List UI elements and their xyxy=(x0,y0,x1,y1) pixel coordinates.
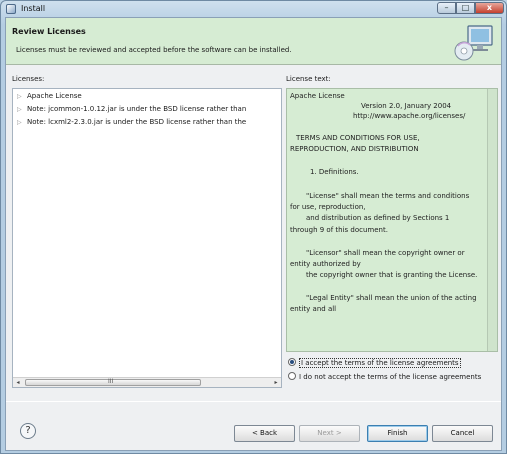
license-line: "License" shall mean the terms and condi… xyxy=(306,192,470,200)
tree-item-label: Apache License xyxy=(27,92,82,100)
help-button[interactable]: ? xyxy=(20,423,36,439)
install-app-icon xyxy=(6,4,16,14)
tree-item-lcxml-note[interactable]: ▷ Note: lcxml2-2.3.0.jar is under the BSD… xyxy=(17,118,281,126)
license-line: through 9 of this document. xyxy=(290,226,388,234)
tree-item-label: Note: lcxml2-2.3.0.jar is under the BSD … xyxy=(27,118,247,126)
decline-radio-button[interactable] xyxy=(288,372,296,380)
accept-radio-label: I accept the terms of the license agreem… xyxy=(299,358,461,368)
license-line: and distribution as defined by Sections … xyxy=(306,214,450,222)
back-button[interactable]: < Back xyxy=(234,425,295,442)
expand-arrow-icon[interactable]: ▷ xyxy=(17,106,27,113)
wizard-banner: Review Licenses Licenses must be reviewe… xyxy=(6,18,501,65)
license-line: for use, reproduction, xyxy=(290,203,366,211)
accept-radio-button[interactable] xyxy=(288,358,296,366)
finish-button[interactable]: Finish xyxy=(367,425,428,442)
page-title: Review Licenses xyxy=(12,27,86,36)
license-line: entity authorized by xyxy=(290,260,361,268)
license-line: TERMS AND CONDITIONS FOR USE, xyxy=(296,134,420,142)
scroll-left-icon[interactable]: ◂ xyxy=(13,378,23,387)
window-title: Install xyxy=(21,4,46,13)
accept-radio-option[interactable]: I accept the terms of the license agreem… xyxy=(288,358,461,368)
expand-arrow-icon[interactable]: ▷ xyxy=(17,93,27,100)
dialog-body: Review Licenses Licenses must be reviewe… xyxy=(5,17,502,451)
scrollbar-thumb[interactable]: III xyxy=(25,378,201,386)
decline-radio-label: I do not accept the terms of the license… xyxy=(299,373,482,381)
license-line: Version 2.0, January 2004 xyxy=(361,102,452,110)
close-button[interactable]: x xyxy=(475,2,504,14)
license-line: 1. Definitions. xyxy=(310,168,359,176)
license-line: "Licensor" shall mean the copyright owne… xyxy=(306,249,465,257)
license-line: Apache License xyxy=(290,92,345,100)
page-description: Licenses must be reviewed and accepted b… xyxy=(16,46,292,54)
next-button[interactable]: Next > xyxy=(299,425,360,442)
maximize-button[interactable]: □ xyxy=(456,2,475,14)
license-text-area[interactable]: Apache License Version 2.0, January 2004… xyxy=(286,88,498,352)
title-bar[interactable]: Install – □ x xyxy=(1,1,506,17)
license-line: REPRODUCTION, AND DISTRIBUTION xyxy=(290,145,419,153)
decline-radio-option[interactable]: I do not accept the terms of the license… xyxy=(288,372,481,381)
expand-arrow-icon[interactable]: ▷ xyxy=(17,119,27,126)
vertical-scrollbar[interactable] xyxy=(487,89,497,351)
tree-item-apache-license[interactable]: ▷ Apache License xyxy=(17,92,281,100)
button-bar-separator xyxy=(6,401,501,402)
scroll-right-icon[interactable]: ▸ xyxy=(271,378,281,387)
license-line: "Legal Entity" shall mean the union of t… xyxy=(306,294,477,302)
install-window: Install – □ x Review Licenses Licenses m… xyxy=(0,0,507,454)
install-monitor-icon xyxy=(454,25,493,61)
tree-item-jcommon-note[interactable]: ▷ Note: jcommon-1.0.12.jar is under the B… xyxy=(17,105,281,113)
tree-item-label: Note: jcommon-1.0.12.jar is under the BS… xyxy=(27,105,247,113)
license-line: http://www.apache.org/licenses/ xyxy=(353,112,466,120)
licenses-tree[interactable]: ▷ Apache License ▷ Note: jcommon-1.0.12.ja… xyxy=(12,88,282,388)
license-line: the copyright owner that is granting the… xyxy=(306,271,478,279)
minimize-button[interactable]: – xyxy=(437,2,456,14)
license-line: entity and all xyxy=(290,305,337,313)
licenses-label: Licenses: xyxy=(12,75,45,83)
cancel-button[interactable]: Cancel xyxy=(432,425,493,442)
license-text-label: License text: xyxy=(286,75,331,83)
horizontal-scrollbar[interactable]: ◂ III ▸ xyxy=(13,377,281,387)
scrollbar-grip: III xyxy=(108,378,114,385)
